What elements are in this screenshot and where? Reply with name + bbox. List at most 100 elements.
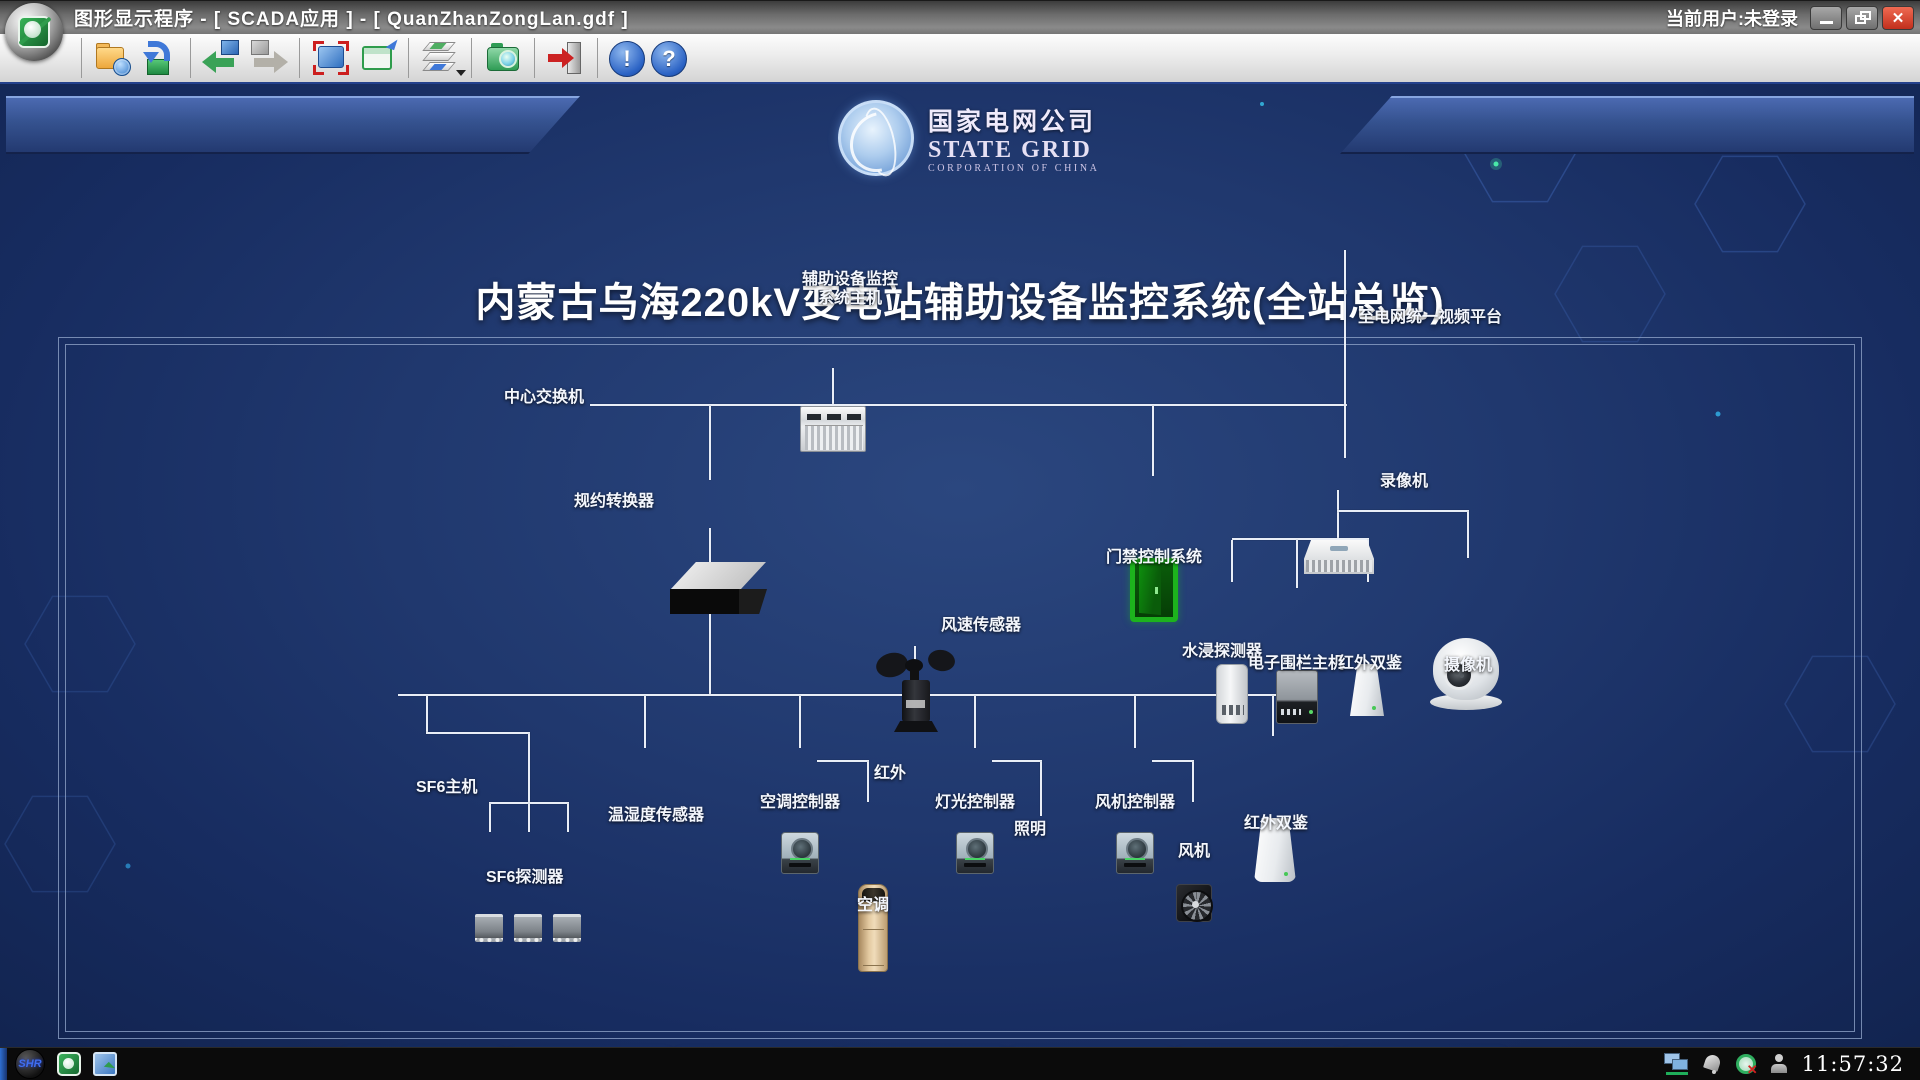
exit-icon[interactable] <box>546 38 586 78</box>
state-grid-emblem-icon <box>838 100 914 176</box>
logo-cn: 国家电网公司 <box>928 102 1099 138</box>
device-electric-fence-host[interactable] <box>1276 670 1318 724</box>
snapshot-icon[interactable] <box>483 38 523 78</box>
label-camera: 摄像机 <box>1444 656 1492 675</box>
fullscreen-icon[interactable] <box>311 38 351 78</box>
device-aux-monitor-host[interactable] <box>800 406 866 452</box>
banner-left-wing <box>6 96 580 154</box>
connector-line <box>1192 762 1194 802</box>
connector-line <box>1467 512 1469 558</box>
connection-status-icon[interactable] <box>1736 1054 1756 1074</box>
user-session-icon[interactable] <box>1770 1054 1788 1074</box>
connector-line <box>992 760 1042 762</box>
label-recorder: 录像机 <box>1380 472 1428 491</box>
connector-line <box>426 696 428 734</box>
label-temp-humidity: 温湿度传感器 <box>608 806 704 825</box>
label-fan: 风机 <box>1164 842 1224 861</box>
device-wind-sensor[interactable] <box>876 644 958 734</box>
connector-line <box>1232 538 1369 540</box>
label-lighting: 照明 <box>1014 820 1046 839</box>
device-fan[interactable] <box>1176 884 1212 922</box>
banner-right-wing <box>1340 96 1914 154</box>
connector-line <box>1337 510 1469 512</box>
back-icon[interactable] <box>202 38 242 78</box>
help-icon[interactable]: ? <box>651 41 687 77</box>
connector-line <box>567 804 569 832</box>
connector-line <box>426 732 530 734</box>
connector-line <box>1337 490 1339 540</box>
device-dome-camera[interactable] <box>1430 638 1502 712</box>
label-door-access: 门禁控制系统 <box>1104 548 1204 567</box>
device-ac-controller[interactable] <box>781 832 819 874</box>
layers-dropdown-icon[interactable] <box>456 70 466 76</box>
layers-icon[interactable] <box>420 38 460 78</box>
connector-line <box>1296 540 1298 588</box>
device-light-controller[interactable] <box>956 832 994 874</box>
label-infrared-dual-2: 红外双鉴 <box>1236 814 1316 833</box>
taskbar-edge-strip <box>0 1048 7 1080</box>
logo-en: STATE GRID <box>928 138 1099 163</box>
connector-line-field-bus <box>398 694 1297 696</box>
connector-line <box>1272 696 1274 736</box>
label-wind-sensor: 风速传感器 <box>941 616 1021 635</box>
label-ac-controller: 空调控制器 <box>745 793 855 812</box>
connector-line-video-platform <box>1344 250 1346 458</box>
scada-window: 图形显示程序 - [ SCADA应用 ] - [ QuanZhanZongLan… <box>0 0 1920 1080</box>
clock: 11:57:32 <box>1802 1052 1904 1076</box>
device-fan-controller[interactable] <box>1116 832 1154 874</box>
connector-line <box>1134 696 1136 748</box>
connector-line <box>528 804 530 832</box>
system-tray: 11:57:32 <box>1664 1052 1920 1076</box>
connector-line <box>817 760 869 762</box>
device-water-detector[interactable] <box>1216 664 1248 724</box>
main-canvas: 国家电网公司 STATE GRID CORPORATION OF CHINA 内… <box>0 84 1920 1047</box>
page-title: 内蒙古乌海220kV变电站辅助设备监控系统(全站总览) <box>0 270 1920 328</box>
label-fence-host: 电子围栏主机 <box>1248 654 1344 673</box>
restore-button[interactable] <box>1846 6 1878 30</box>
app-logo-icon[interactable] <box>5 3 63 61</box>
shr-start-button[interactable]: SHR <box>15 1049 45 1079</box>
forward-icon[interactable] <box>248 38 288 78</box>
connector-line <box>974 696 976 748</box>
connector-line <box>1040 762 1042 816</box>
network-icon[interactable] <box>1664 1053 1690 1075</box>
connector-line <box>644 696 646 748</box>
diagram-inner-border <box>65 344 1855 1032</box>
label-sf6-host: SF6主机 <box>416 778 477 797</box>
connector-line <box>1152 406 1154 476</box>
connector-line <box>528 734 530 804</box>
device-sf6-detector-2[interactable] <box>514 914 542 942</box>
connector-line <box>799 696 801 748</box>
close-button[interactable]: ✕ <box>1882 6 1914 30</box>
about-icon[interactable]: ! <box>609 41 645 77</box>
window-mode-icon[interactable] <box>357 38 397 78</box>
label-center-switch: 中心交换机 <box>468 388 584 407</box>
taskbar-scada-app-icon[interactable] <box>57 1052 81 1076</box>
minimize-button[interactable] <box>1810 6 1842 30</box>
device-protocol-converter[interactable] <box>660 562 772 616</box>
connector-line <box>1231 540 1233 582</box>
label-infrared: 红外 <box>874 764 906 783</box>
connector-line <box>832 368 834 406</box>
connector-line <box>709 406 711 480</box>
device-video-recorder[interactable] <box>1304 540 1374 574</box>
device-access-control[interactable] <box>1130 558 1178 622</box>
label-sf6-detector: SF6探测器 <box>486 868 563 887</box>
label-ac-unit: 空调 <box>843 896 903 915</box>
toolbar: ! ? <box>0 34 1920 84</box>
label-infrared-dual-1: 红外双鉴 <box>1338 654 1402 673</box>
connector-line <box>489 804 491 832</box>
alarm-bell-icon[interactable] <box>1704 1054 1722 1074</box>
open-file-icon[interactable] <box>93 38 133 78</box>
label-video-platform: 至电网统一视频平台 <box>1358 308 1502 327</box>
window-title: 图形显示程序 - [ SCADA应用 ] - [ QuanZhanZongLan… <box>74 4 629 31</box>
taskbar-display-icon[interactable] <box>93 1052 117 1076</box>
label-light-controller: 灯光控制器 <box>920 793 1030 812</box>
connector-line-center-switch-bus <box>590 404 1347 406</box>
connector-line <box>1152 760 1194 762</box>
import-icon[interactable] <box>139 38 179 78</box>
device-sf6-detector-1[interactable] <box>475 914 503 942</box>
device-sf6-detector-3[interactable] <box>553 914 581 942</box>
label-protocol-converter: 规约转换器 <box>566 492 654 511</box>
current-user-status: 当前用户:未登录 <box>1666 5 1798 31</box>
